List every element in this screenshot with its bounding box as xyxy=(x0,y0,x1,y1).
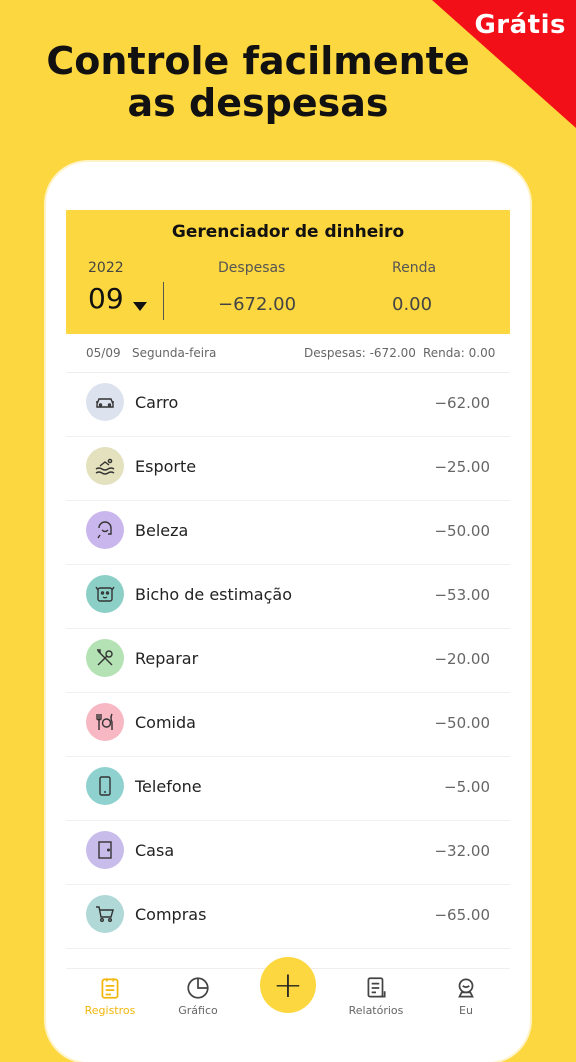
header-divider xyxy=(163,282,164,320)
caret-down-icon[interactable] xyxy=(133,302,147,311)
day-summary-row: 05/09 Segunda-feira Despesas: -672.00 Re… xyxy=(66,334,510,373)
day-date: 05/09 xyxy=(86,346,121,360)
category-amount: −5.00 xyxy=(444,778,490,796)
list-item[interactable]: Esporte −25.00 xyxy=(66,437,510,501)
income-label: Renda xyxy=(392,260,437,276)
pet-icon xyxy=(86,575,124,613)
nav-chart[interactable]: Gráfico xyxy=(158,975,238,1017)
expenses-value: −672.00 xyxy=(218,294,297,315)
cart-icon xyxy=(86,895,124,933)
nav-records[interactable]: Registros xyxy=(70,975,150,1017)
category-amount: −65.00 xyxy=(434,906,490,924)
category-amount: −32.00 xyxy=(434,842,490,860)
nav-reports-label: Relatórios xyxy=(348,1004,404,1017)
day-weekday: Segunda-feira xyxy=(132,346,217,360)
nav-reports[interactable]: Relatórios xyxy=(336,975,416,1017)
profile-icon xyxy=(458,978,474,998)
bottom-nav: Registros Gráfico + Relatórios Eu xyxy=(66,957,510,1024)
records-list: Carro −62.00 Esporte −25.00 Beleza −50.0… xyxy=(66,373,510,949)
pie-chart-icon xyxy=(187,977,209,999)
house-icon xyxy=(86,831,124,869)
year-label[interactable]: 2022 xyxy=(88,260,124,276)
list-item[interactable]: Bicho de estimação −53.00 xyxy=(66,565,510,629)
free-badge-label: Grátis xyxy=(474,10,566,40)
category-amount: −62.00 xyxy=(434,394,490,412)
day-expenses: Despesas: -672.00 xyxy=(304,346,416,360)
income-value: 0.00 xyxy=(392,294,433,315)
records-icon xyxy=(101,978,119,999)
category-amount: −20.00 xyxy=(434,650,490,668)
category-name: Compras xyxy=(135,905,207,924)
phone-icon xyxy=(86,767,124,805)
car-icon xyxy=(86,383,124,421)
reports-icon xyxy=(367,977,386,998)
category-amount: −50.00 xyxy=(434,714,490,732)
category-name: Carro xyxy=(135,393,179,412)
month-selector[interactable]: 09 xyxy=(88,282,124,315)
nav-me-label: Eu xyxy=(459,1004,473,1017)
app-header: Gerenciador de dinheiro 2022 09 Despesas… xyxy=(66,210,510,334)
beauty-icon xyxy=(86,511,124,549)
nav-records-label: Registros xyxy=(84,1004,136,1017)
category-name: Reparar xyxy=(135,649,199,668)
list-item[interactable]: Beleza −50.00 xyxy=(66,501,510,565)
list-item[interactable]: Comida −50.00 xyxy=(66,693,510,757)
category-amount: −25.00 xyxy=(434,458,490,476)
category-name: Casa xyxy=(135,841,175,860)
category-name: Bicho de estimação xyxy=(135,585,292,604)
nav-chart-label: Gráfico xyxy=(178,1004,218,1017)
nav-me[interactable]: Eu xyxy=(426,975,506,1017)
app-title: Gerenciador de dinheiro xyxy=(171,222,405,242)
list-item[interactable]: Carro −62.00 xyxy=(66,373,510,437)
list-item[interactable]: Compras −65.00 xyxy=(66,885,510,949)
category-name: Esporte xyxy=(135,457,197,476)
app-screen: Gerenciador de dinheiro 2022 09 Despesas… xyxy=(66,210,510,1024)
list-item[interactable]: Reparar −20.00 xyxy=(66,629,510,693)
day-income: Renda: 0.00 xyxy=(423,346,496,360)
category-amount: −50.00 xyxy=(434,522,490,540)
repair-icon xyxy=(86,639,124,677)
category-amount: −53.00 xyxy=(434,586,490,604)
list-item[interactable]: Casa −32.00 xyxy=(66,821,510,885)
food-icon xyxy=(86,703,124,741)
category-name: Beleza xyxy=(135,521,189,540)
add-record-button[interactable]: + xyxy=(260,957,316,1013)
category-name: Comida xyxy=(135,713,196,732)
category-name: Telefone xyxy=(135,777,202,796)
swim-icon xyxy=(86,447,124,485)
expenses-label: Despesas xyxy=(218,260,286,276)
promo-headline: Controle facilmente as despesas xyxy=(46,39,470,125)
list-item[interactable]: Telefone −5.00 xyxy=(66,757,510,821)
